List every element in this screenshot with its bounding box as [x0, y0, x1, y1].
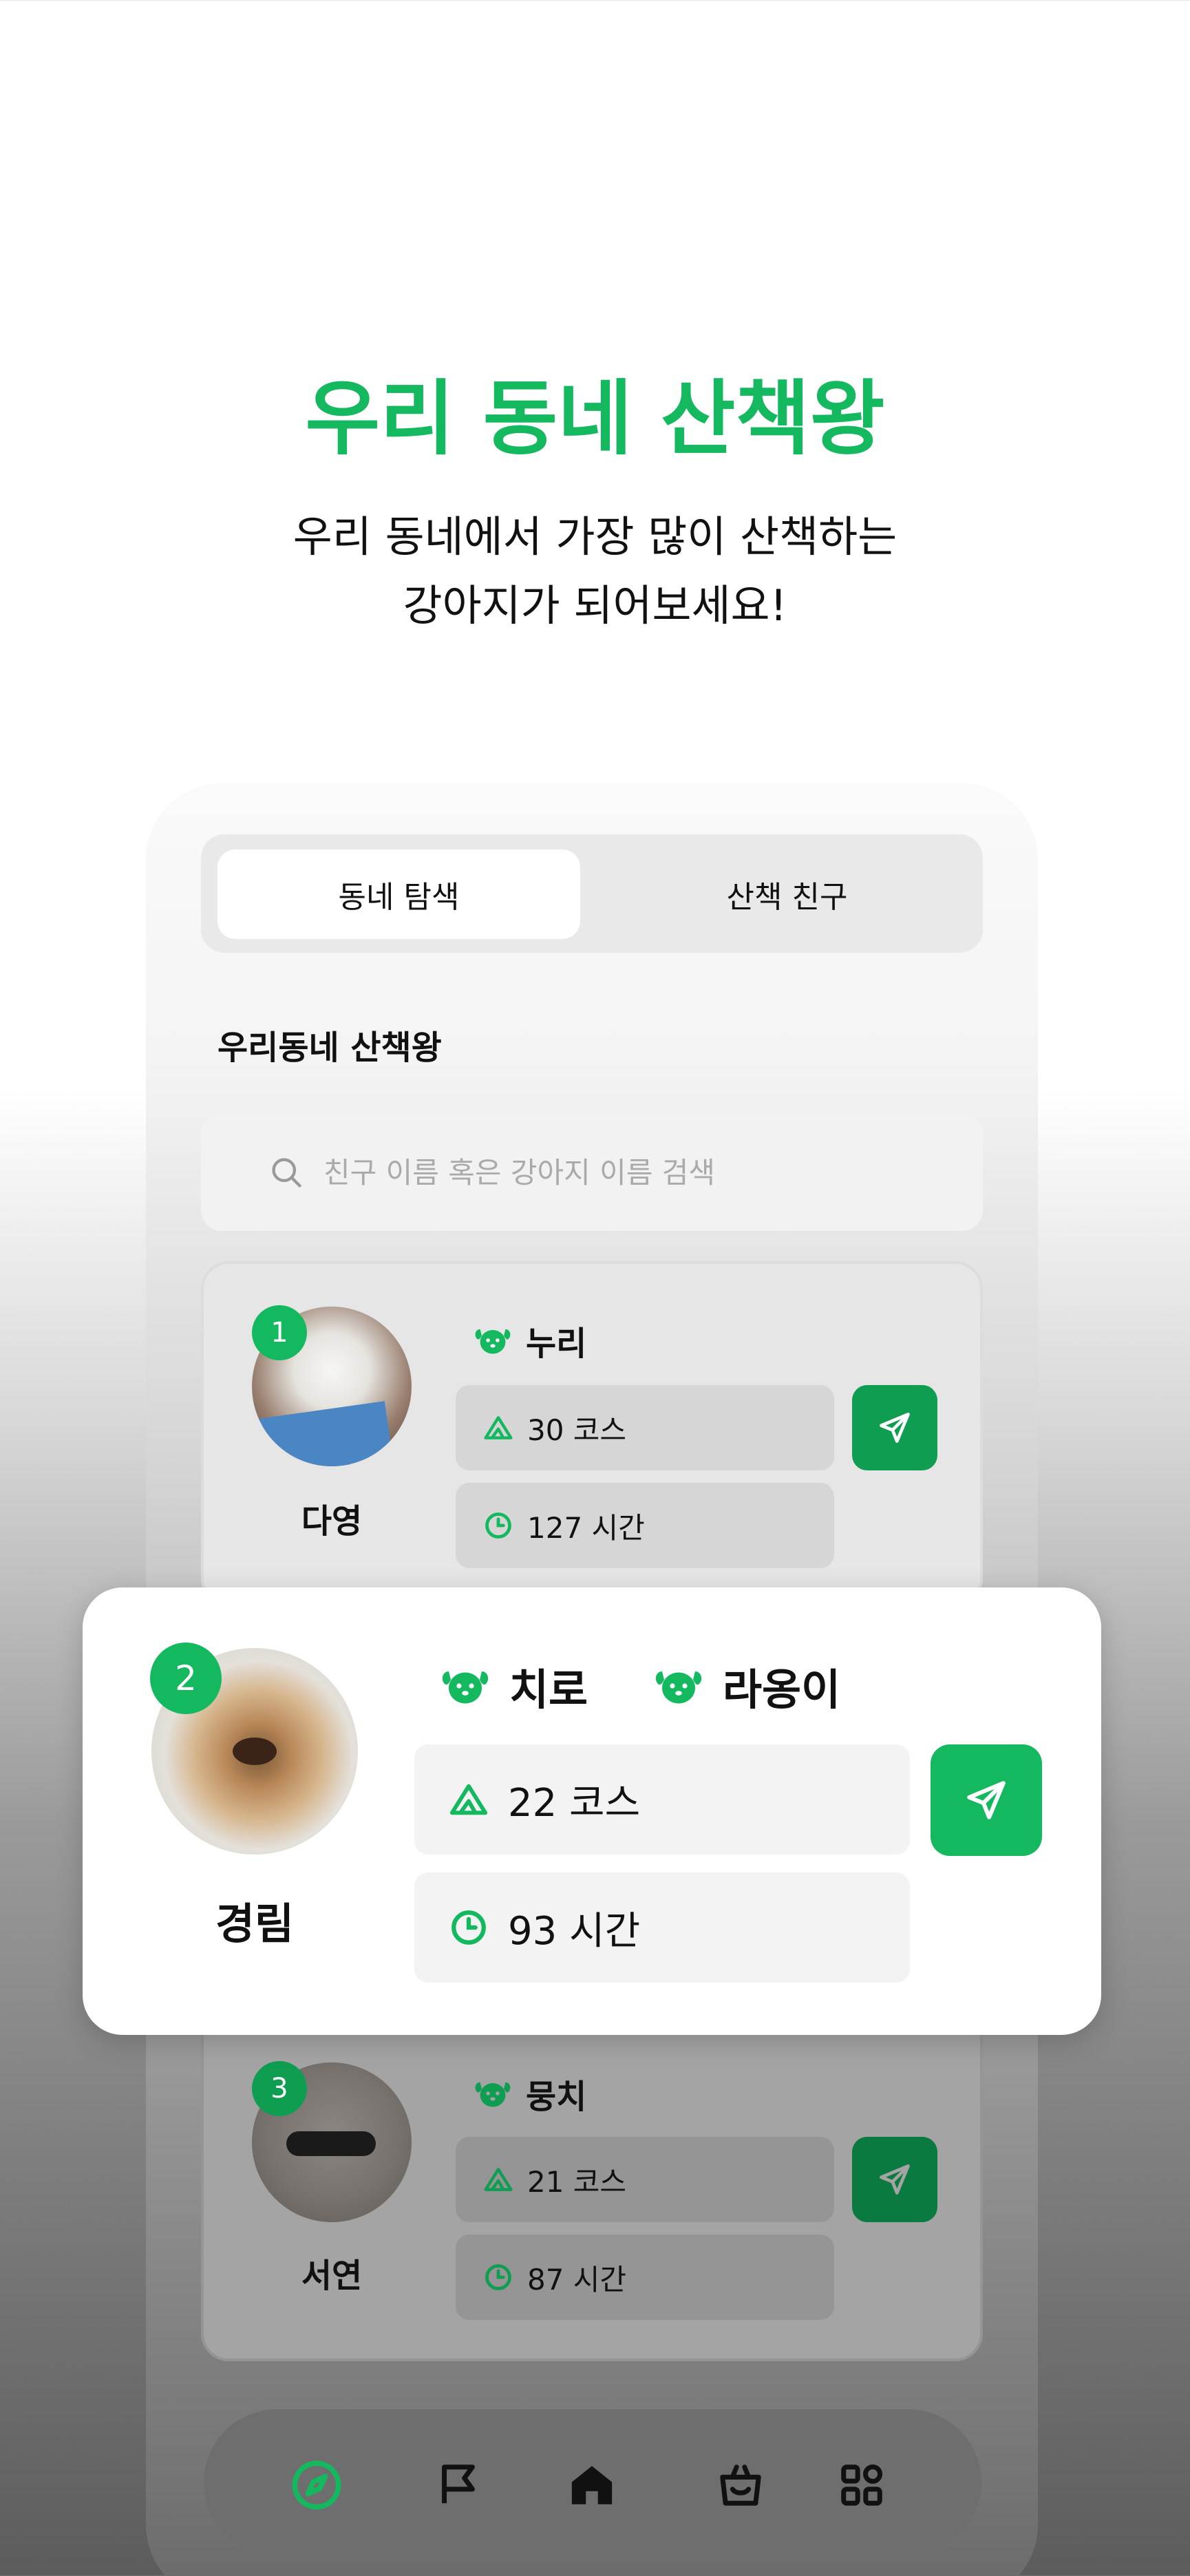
dog-name: 라옹이	[654, 1655, 840, 1717]
nav-home[interactable]	[564, 2458, 619, 2513]
hero-subtitle: 우리 동네에서 가장 많이 산책하는 강아지가 되어보세요!	[0, 503, 1190, 640]
tab-walk-friends[interactable]: 산책 친구	[606, 849, 968, 939]
segmented-tabs: 동네 탐색 산책 친구	[201, 834, 983, 953]
walk-hours-label: 93 시간	[508, 1908, 641, 1954]
course-count: 22 코스	[414, 1744, 910, 1855]
search-icon	[272, 1158, 301, 1187]
compass-icon	[292, 2460, 341, 2510]
course-count-label: 21 코스	[527, 2164, 627, 2199]
nav-challenge[interactable]	[431, 2458, 486, 2513]
course-count: 21 코스	[456, 2137, 834, 2222]
search-bar[interactable]	[201, 1114, 983, 1231]
hero-title: 우리 동네 산책왕	[305, 371, 885, 466]
dog-name: 치로	[440, 1655, 588, 1717]
dog-name: 뭉치	[474, 2069, 586, 2118]
tab-neighborhood-explore[interactable]: 동네 탐색	[217, 849, 580, 939]
mountain-icon	[449, 1784, 488, 1815]
rank-badge: 1	[252, 1305, 307, 1360]
dog-icon	[475, 2082, 511, 2107]
shopping-bag-icon	[720, 2464, 761, 2506]
mountain-icon	[484, 1416, 513, 1439]
send-icon	[880, 1413, 910, 1443]
home-icon	[571, 2466, 613, 2504]
course-count: 30 코스	[456, 1385, 834, 1470]
clock-icon	[451, 1910, 486, 1945]
course-count-label: 30 코스	[527, 1413, 627, 1447]
dog-icon	[655, 1671, 702, 1704]
mountain-icon	[484, 2168, 513, 2191]
owner-name: 다영	[301, 1502, 363, 1541]
hero-subtitle-line1: 우리 동네에서 가장 많이 산책하는	[293, 511, 897, 562]
dog-name: 누리	[474, 1316, 586, 1364]
send-icon	[880, 2164, 910, 2195]
rank-badge: 2	[150, 1643, 222, 1714]
dog-name-label: 라옹이	[723, 1665, 841, 1715]
owner-name: 경림	[215, 1899, 295, 1949]
course-count-label: 22 코스	[508, 1780, 641, 1826]
owner-name: 서연	[301, 2257, 363, 2295]
bottom-navigation	[204, 2409, 981, 2555]
dog-icon	[475, 1329, 511, 1354]
grid-icon	[841, 2464, 883, 2506]
nav-shop[interactable]	[713, 2458, 768, 2513]
dog-name-label: 치로	[509, 1665, 588, 1715]
flag-icon	[442, 2464, 475, 2504]
search-input[interactable]	[323, 1155, 943, 1190]
walk-hours: 93 시간	[414, 1872, 910, 1983]
featured-ranking-card[interactable]: 2 경림 치로 라옹이 22 코스 93 시간	[83, 1587, 1101, 2035]
rank-badge: 3	[252, 2061, 307, 2116]
dog-icon	[442, 1671, 489, 1704]
walk-hours: 87 시간	[456, 2235, 834, 2320]
send-button[interactable]	[931, 1744, 1042, 1856]
clock-icon	[485, 1512, 511, 1539]
walk-hours-label: 87 시간	[527, 2262, 627, 2297]
dog-name-label: 뭉치	[526, 2078, 587, 2116]
dog-name-label: 누리	[526, 1324, 587, 1363]
walk-hours: 127 시간	[456, 1483, 834, 1568]
send-button[interactable]	[852, 1385, 937, 1470]
nav-more[interactable]	[834, 2458, 889, 2513]
clock-icon	[485, 2264, 511, 2290]
walk-hours-label: 127 시간	[527, 1510, 645, 1545]
nav-explore[interactable]	[289, 2458, 344, 2513]
hero-subtitle-line2: 강아지가 되어보세요!	[403, 580, 787, 631]
send-button[interactable]	[852, 2137, 937, 2222]
send-icon	[967, 1781, 1006, 1819]
section-title: 우리동네 산책왕	[217, 1028, 442, 1067]
